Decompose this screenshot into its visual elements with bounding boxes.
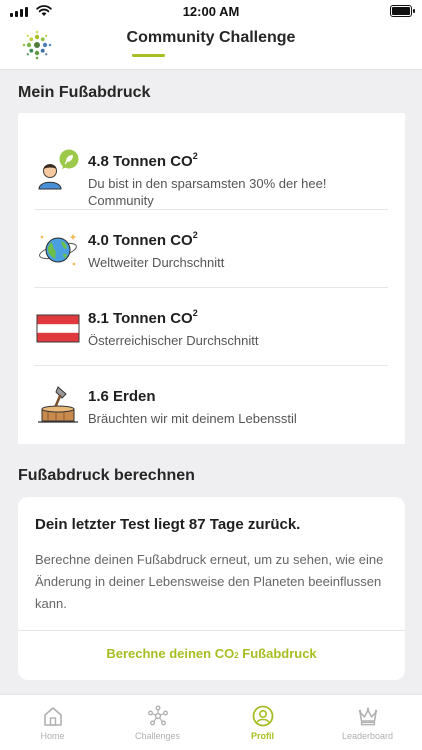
crown-icon (358, 707, 378, 726)
app-header: Community Challenge (0, 24, 422, 70)
footprint-item-earths: 1.6 Erden Bräuchten wir mit deinem Leben… (34, 365, 388, 443)
footprint-value: 4.8 Tonnen CO2 (88, 151, 198, 170)
network-icon (148, 705, 168, 726)
clock: 12:00 AM (182, 4, 240, 19)
tab-label: Challenges (134, 731, 181, 741)
tab-bar: Home Challenges Profil Leaderboard (0, 694, 422, 750)
calculate-footprint-button[interactable]: Berechne deinen CO 2 Fußabdruck (18, 631, 405, 676)
footprint-value: 8.1 Tonnen CO2 (88, 308, 198, 327)
tab-label: Home (40, 731, 65, 741)
battery-icon (390, 5, 415, 17)
footprint-section-title: Mein Fußabdruck (18, 84, 151, 101)
footprint-description: Du bist in den sparsamsten 30% der hee! … (88, 176, 327, 208)
footprint-item-austria: 8.1 Tonnen CO2 Österreichischer Durchsch… (34, 287, 388, 365)
profile-icon (252, 705, 274, 727)
footprint-description: Österreichischer Durchschnitt (88, 333, 259, 348)
calculate-card: Dein letzter Test liegt 87 Tage zurück. … (18, 497, 405, 680)
footprint-item-world: 4.0 Tonnen CO2 Weltweiter Durchschnitt (34, 209, 388, 287)
globe-icon (39, 234, 77, 266)
page-title: Community Challenge (126, 29, 296, 46)
calculate-description: Berechne deinen Fußabdruck erneut, um zu… (35, 552, 384, 611)
footprint-value: 1.6 Erden (88, 388, 156, 405)
tab-leaderboard[interactable]: Leaderboard (315, 695, 420, 750)
tab-label: Leaderboard (341, 731, 394, 741)
person-leaf-icon (38, 149, 79, 190)
austria-flag-icon (36, 314, 80, 343)
last-test-heading: Dein letzter Test liegt 87 Tage zurück. (35, 516, 301, 533)
tab-home[interactable]: Home (0, 695, 105, 750)
axe-stump-icon (38, 386, 78, 423)
footprint-value: 4.0 Tonnen CO2 (88, 230, 198, 249)
tab-profil[interactable]: Profil (210, 695, 315, 750)
footprint-description: Weltweiter Durchschnitt (88, 255, 225, 270)
footprint-item-personal: 4.8 Tonnen CO2 Du bist in den sparsamste… (34, 131, 388, 209)
title-underline (132, 54, 165, 57)
footprint-card: 4.8 Tonnen CO2 Du bist in den sparsamste… (18, 113, 405, 444)
calculate-section-title: Fußabdruck berechnen (18, 467, 195, 484)
footprint-description: Bräuchten wir mit deinem Lebensstil (88, 411, 297, 426)
tab-challenges[interactable]: Challenges (105, 695, 210, 750)
home-icon (44, 707, 62, 726)
tab-label: Profil (250, 731, 274, 741)
status-bar: 12:00 AM (0, 0, 422, 24)
